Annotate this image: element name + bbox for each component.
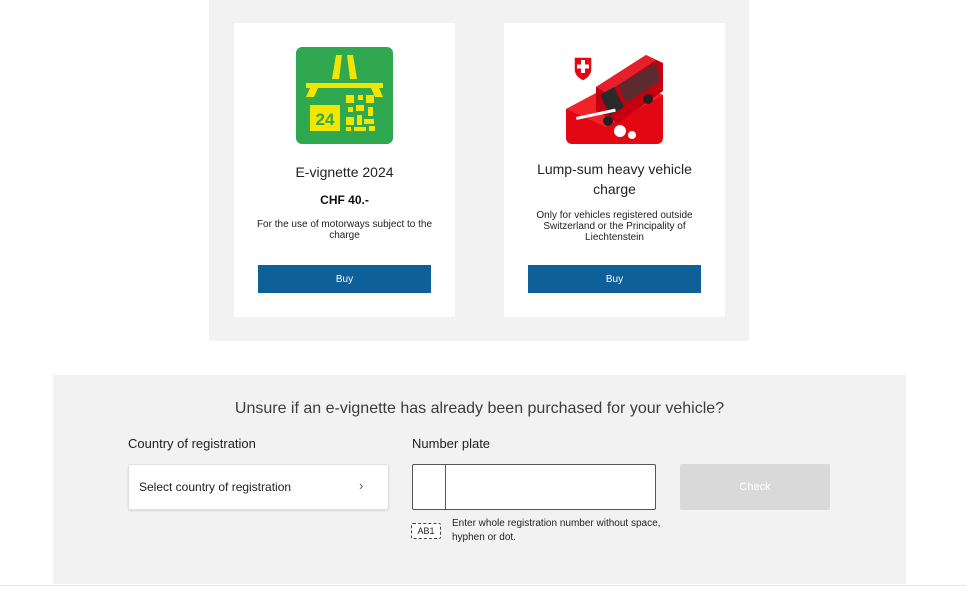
svg-text:24: 24 (316, 110, 335, 129)
plate-label: Number plate (412, 436, 491, 451)
plate-hint-icon: AB1 (411, 523, 441, 539)
product-description: Only for vehicles registered outside Swi… (536, 210, 693, 243)
chevron-right-icon: › (359, 478, 364, 493)
vignette-check-panel: Unsure if an e-vignette has already been… (53, 375, 906, 584)
product-title: Lump-sum heavy vehicle charge (537, 161, 692, 197)
country-label: Country of registration (128, 436, 256, 451)
motorway-vignette-icon: 24 (296, 47, 393, 144)
number-plate-input[interactable] (447, 465, 654, 509)
red-bus-icon (566, 47, 663, 144)
plate-country-box (413, 465, 446, 509)
country-select[interactable]: Select country of registration › (128, 464, 389, 510)
buy-heavy-vehicle-button[interactable]: Buy (528, 265, 701, 293)
products-panel: 24 E-vignette 2024 CHF 40.- For the use … (209, 0, 749, 341)
product-price: CHF 40.- (320, 193, 369, 207)
number-plate-field[interactable] (412, 464, 656, 510)
country-select-placeholder: Select country of registration (139, 480, 292, 494)
product-title: E-vignette 2024 (295, 164, 394, 180)
product-card-heavy-vehicle: Lump-sum heavy vehicle charge Only for v… (504, 23, 725, 317)
check-button[interactable]: Check (680, 464, 830, 510)
divider (0, 585, 966, 586)
product-description: For the use of motorways subject to the … (256, 219, 433, 241)
plate-hint-text: Enter whole registration number without … (452, 518, 661, 543)
check-heading: Unsure if an e-vignette has already been… (234, 400, 725, 417)
buy-evignette-button[interactable]: Buy (258, 265, 431, 293)
product-card-evignette: 24 E-vignette 2024 CHF 40.- For the use … (234, 23, 455, 317)
